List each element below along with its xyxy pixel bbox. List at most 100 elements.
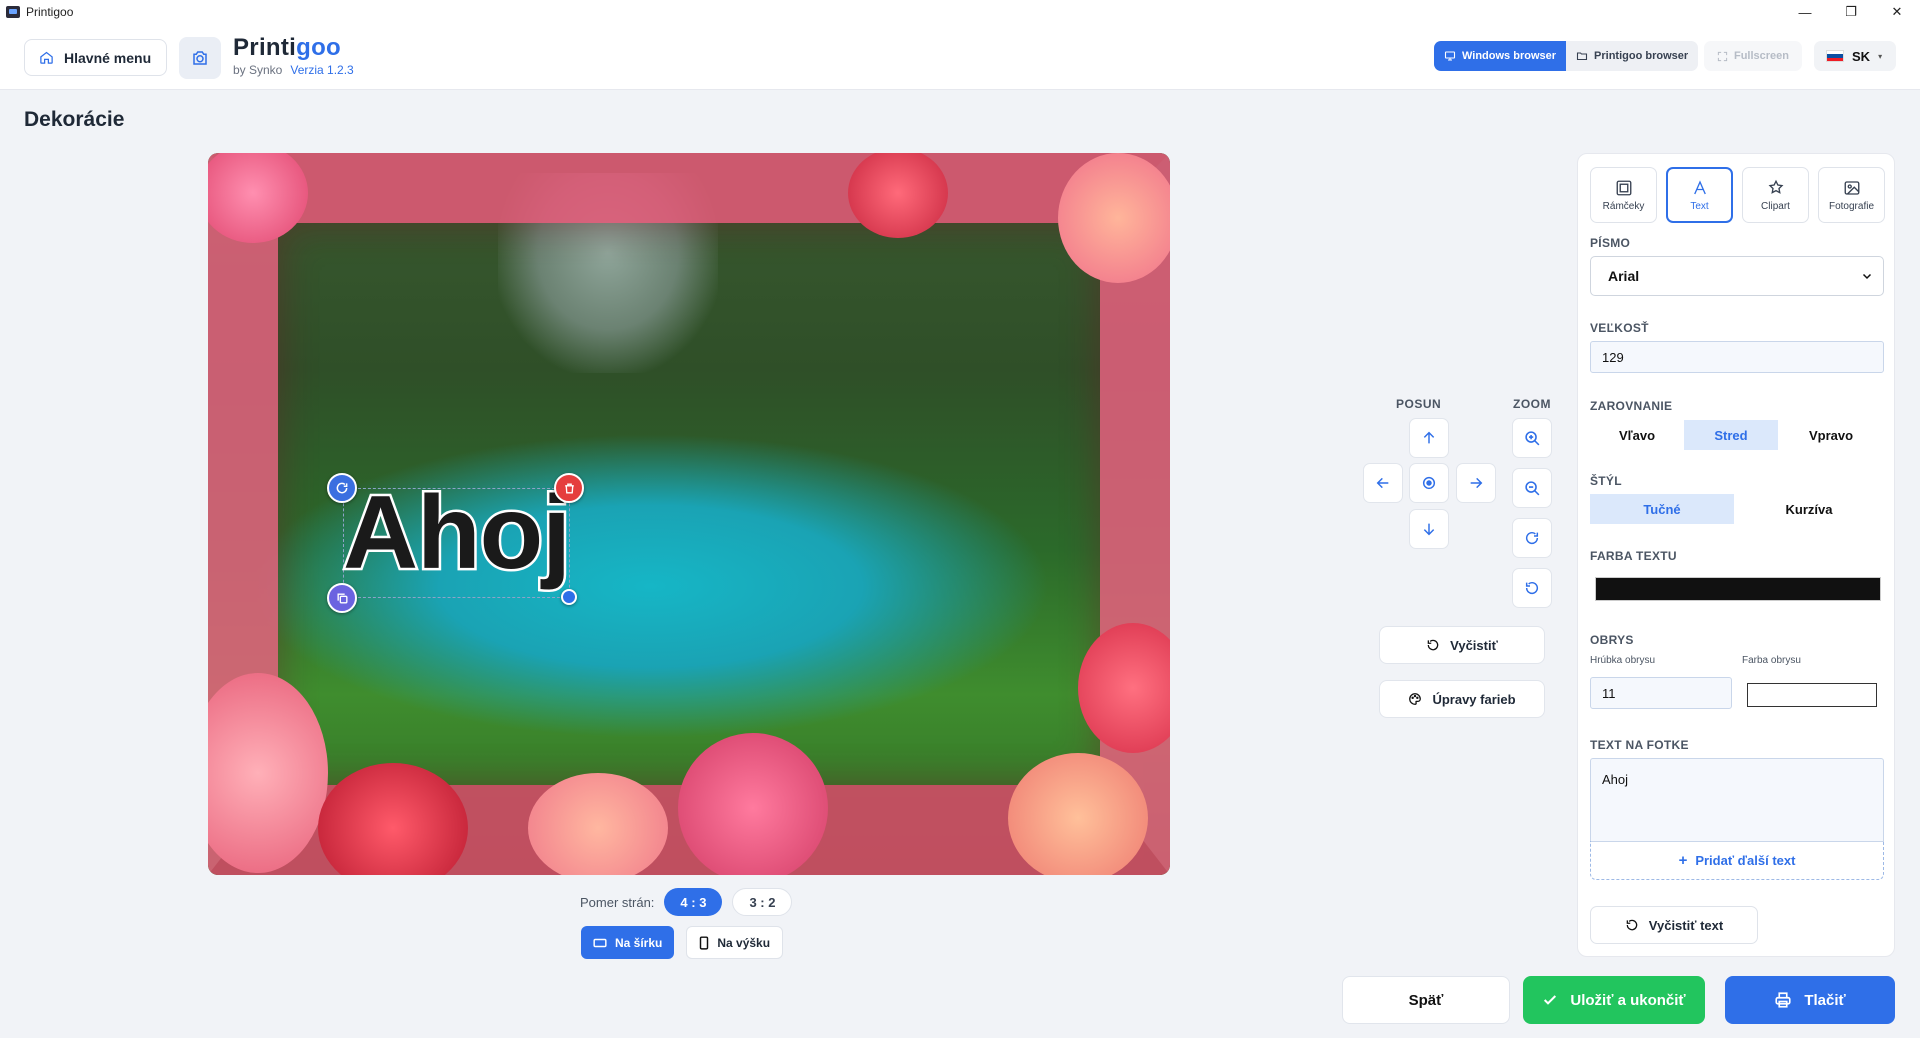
- browser-mode-toggle: Windows browser Printigoo browser: [1434, 41, 1699, 71]
- text-color-label: FARBA TEXTU: [1590, 549, 1677, 563]
- tab-clipart[interactable]: Clipart: [1742, 167, 1809, 223]
- aspect-ratio-label: Pomer strán:: [580, 894, 655, 910]
- version-label: Verzia 1.2.3: [290, 63, 354, 77]
- language-selector[interactable]: SK ▾: [1814, 41, 1896, 71]
- windows-browser-button[interactable]: Windows browser: [1434, 41, 1567, 71]
- page-title: Dekorácie: [24, 108, 125, 131]
- app-logo: Printigoo by Synko Verzia 1.2.3: [233, 34, 354, 77]
- chevron-down-icon: [1862, 273, 1872, 280]
- home-menu-label: Hlavné menu: [64, 49, 152, 66]
- home-icon: [40, 51, 53, 64]
- properties-panel: Rámčeky Text Clipart Fotografie PÍSMO Ar…: [1577, 153, 1895, 957]
- landscape-button[interactable]: Na šírku: [581, 926, 675, 959]
- center-button[interactable]: [1409, 463, 1449, 503]
- rotate-right-button[interactable]: [1512, 518, 1552, 558]
- duplicate-handle[interactable]: [327, 583, 357, 613]
- undo-icon: [1525, 581, 1539, 595]
- align-right-button[interactable]: Vpravo: [1778, 420, 1884, 450]
- align-center-button[interactable]: Stred: [1684, 420, 1778, 450]
- panel-tabs: Rámčeky Text Clipart Fotografie: [1590, 167, 1885, 223]
- tab-frames[interactable]: Rámčeky: [1590, 167, 1657, 223]
- add-text-button[interactable]: + Pridať ďalší text: [1590, 841, 1884, 880]
- size-label: VEĽKOSŤ: [1590, 321, 1649, 335]
- printigoo-browser-button[interactable]: Printigoo browser: [1566, 41, 1699, 71]
- palette-icon: [1409, 693, 1422, 705]
- outline-color-label: Farba obrysu: [1742, 655, 1801, 666]
- aspect-3-2-button[interactable]: 3 : 2: [732, 888, 793, 916]
- bold-button[interactable]: Tučné: [1590, 494, 1734, 524]
- aspect-ratio-control: Pomer strán: 4 : 3 3 : 2: [580, 888, 793, 916]
- style-label: ŠTÝL: [1590, 474, 1622, 488]
- tab-text[interactable]: Text: [1666, 167, 1733, 223]
- arrow-right-icon: [1470, 477, 1483, 489]
- zoom-out-icon: [1524, 480, 1539, 495]
- zoom-label: ZOOM: [1513, 397, 1551, 411]
- lily-decoration: [1058, 153, 1170, 283]
- reset-icon: [1427, 639, 1439, 651]
- outline-width-label: Hrúbka obrysu: [1590, 655, 1656, 666]
- align-options: Vľavo Stred Vpravo: [1590, 420, 1884, 450]
- arrow-up-icon: [1423, 431, 1435, 444]
- resize-handle[interactable]: [561, 589, 577, 605]
- move-down-button[interactable]: [1409, 509, 1449, 549]
- maximize-button[interactable]: ❐: [1828, 0, 1874, 24]
- canvas-text-element[interactable]: Ahoj: [340, 472, 573, 593]
- landscape-icon: [593, 938, 607, 947]
- aspect-4-3-button[interactable]: 4 : 3: [664, 888, 723, 916]
- photo-text-input[interactable]: Ahoj: [1590, 758, 1884, 842]
- font-select[interactable]: Arial: [1590, 256, 1884, 296]
- outline-color-picker[interactable]: [1747, 683, 1877, 707]
- portrait-button[interactable]: Na výšku: [686, 926, 784, 959]
- lily-decoration: [528, 773, 668, 875]
- style-options: Tučné Kurzíva: [1590, 494, 1884, 524]
- tab-photos[interactable]: Fotografie: [1818, 167, 1885, 223]
- align-left-button[interactable]: Vľavo: [1590, 420, 1684, 450]
- font-label: PÍSMO: [1590, 236, 1631, 250]
- outline-width-input[interactable]: 11: [1590, 677, 1732, 709]
- delete-handle[interactable]: [554, 473, 584, 503]
- fullscreen-button[interactable]: Fullscreen: [1704, 41, 1802, 71]
- minimize-button[interactable]: —: [1782, 0, 1828, 24]
- close-button[interactable]: ✕: [1874, 0, 1920, 24]
- camera-button[interactable]: [179, 37, 221, 79]
- portrait-icon: [700, 935, 709, 950]
- text-color-picker[interactable]: [1595, 577, 1881, 601]
- home-menu-button[interactable]: Hlavné menu: [24, 39, 167, 76]
- window-title: Printigoo: [26, 5, 74, 19]
- outline-label: OBRYS: [1590, 633, 1634, 647]
- arrow-left-icon: [1376, 477, 1389, 489]
- window-controls: — ❐ ✕: [1782, 0, 1920, 24]
- plus-icon: +: [1678, 851, 1688, 869]
- photo-canvas[interactable]: Ahoj: [208, 153, 1170, 875]
- align-label: ZAROVNANIE: [1590, 399, 1673, 413]
- fullscreen-icon: [1717, 51, 1728, 61]
- size-input[interactable]: 129: [1590, 341, 1884, 373]
- print-button[interactable]: Tlačiť: [1725, 976, 1895, 1024]
- arrow-down-icon: [1423, 523, 1435, 536]
- redo-icon: [1525, 531, 1539, 545]
- zoom-in-icon: [1524, 430, 1539, 445]
- zoom-in-button[interactable]: [1512, 418, 1552, 458]
- move-left-button[interactable]: [1363, 463, 1403, 503]
- copy-icon: [336, 592, 348, 604]
- frame-icon: [1616, 180, 1631, 195]
- camera-icon: [193, 51, 207, 65]
- rotate-handle[interactable]: [327, 473, 357, 503]
- back-button[interactable]: Späť: [1342, 976, 1510, 1024]
- rose-decoration: [678, 733, 828, 875]
- zoom-out-button[interactable]: [1512, 468, 1552, 508]
- save-and-exit-button[interactable]: Uložiť a ukončiť: [1523, 976, 1705, 1024]
- folder-icon: [1576, 52, 1588, 61]
- rose-decoration: [1008, 753, 1148, 875]
- rotate-left-button[interactable]: [1512, 568, 1552, 608]
- window-titlebar: Printigoo — ❐ ✕: [0, 0, 1920, 24]
- italic-button[interactable]: Kurzíva: [1734, 494, 1884, 524]
- clear-text-button[interactable]: Vyčistiť text: [1590, 906, 1758, 944]
- clear-button[interactable]: Vyčistiť: [1379, 626, 1545, 664]
- shapes-icon: [1768, 179, 1783, 194]
- orientation-control: Na šírku Na výšku: [581, 926, 784, 959]
- color-adjust-button[interactable]: Úpravy farieb: [1379, 680, 1545, 718]
- photo-text-label: TEXT NA FOTKE: [1590, 738, 1689, 752]
- move-right-button[interactable]: [1456, 463, 1496, 503]
- move-up-button[interactable]: [1409, 418, 1449, 458]
